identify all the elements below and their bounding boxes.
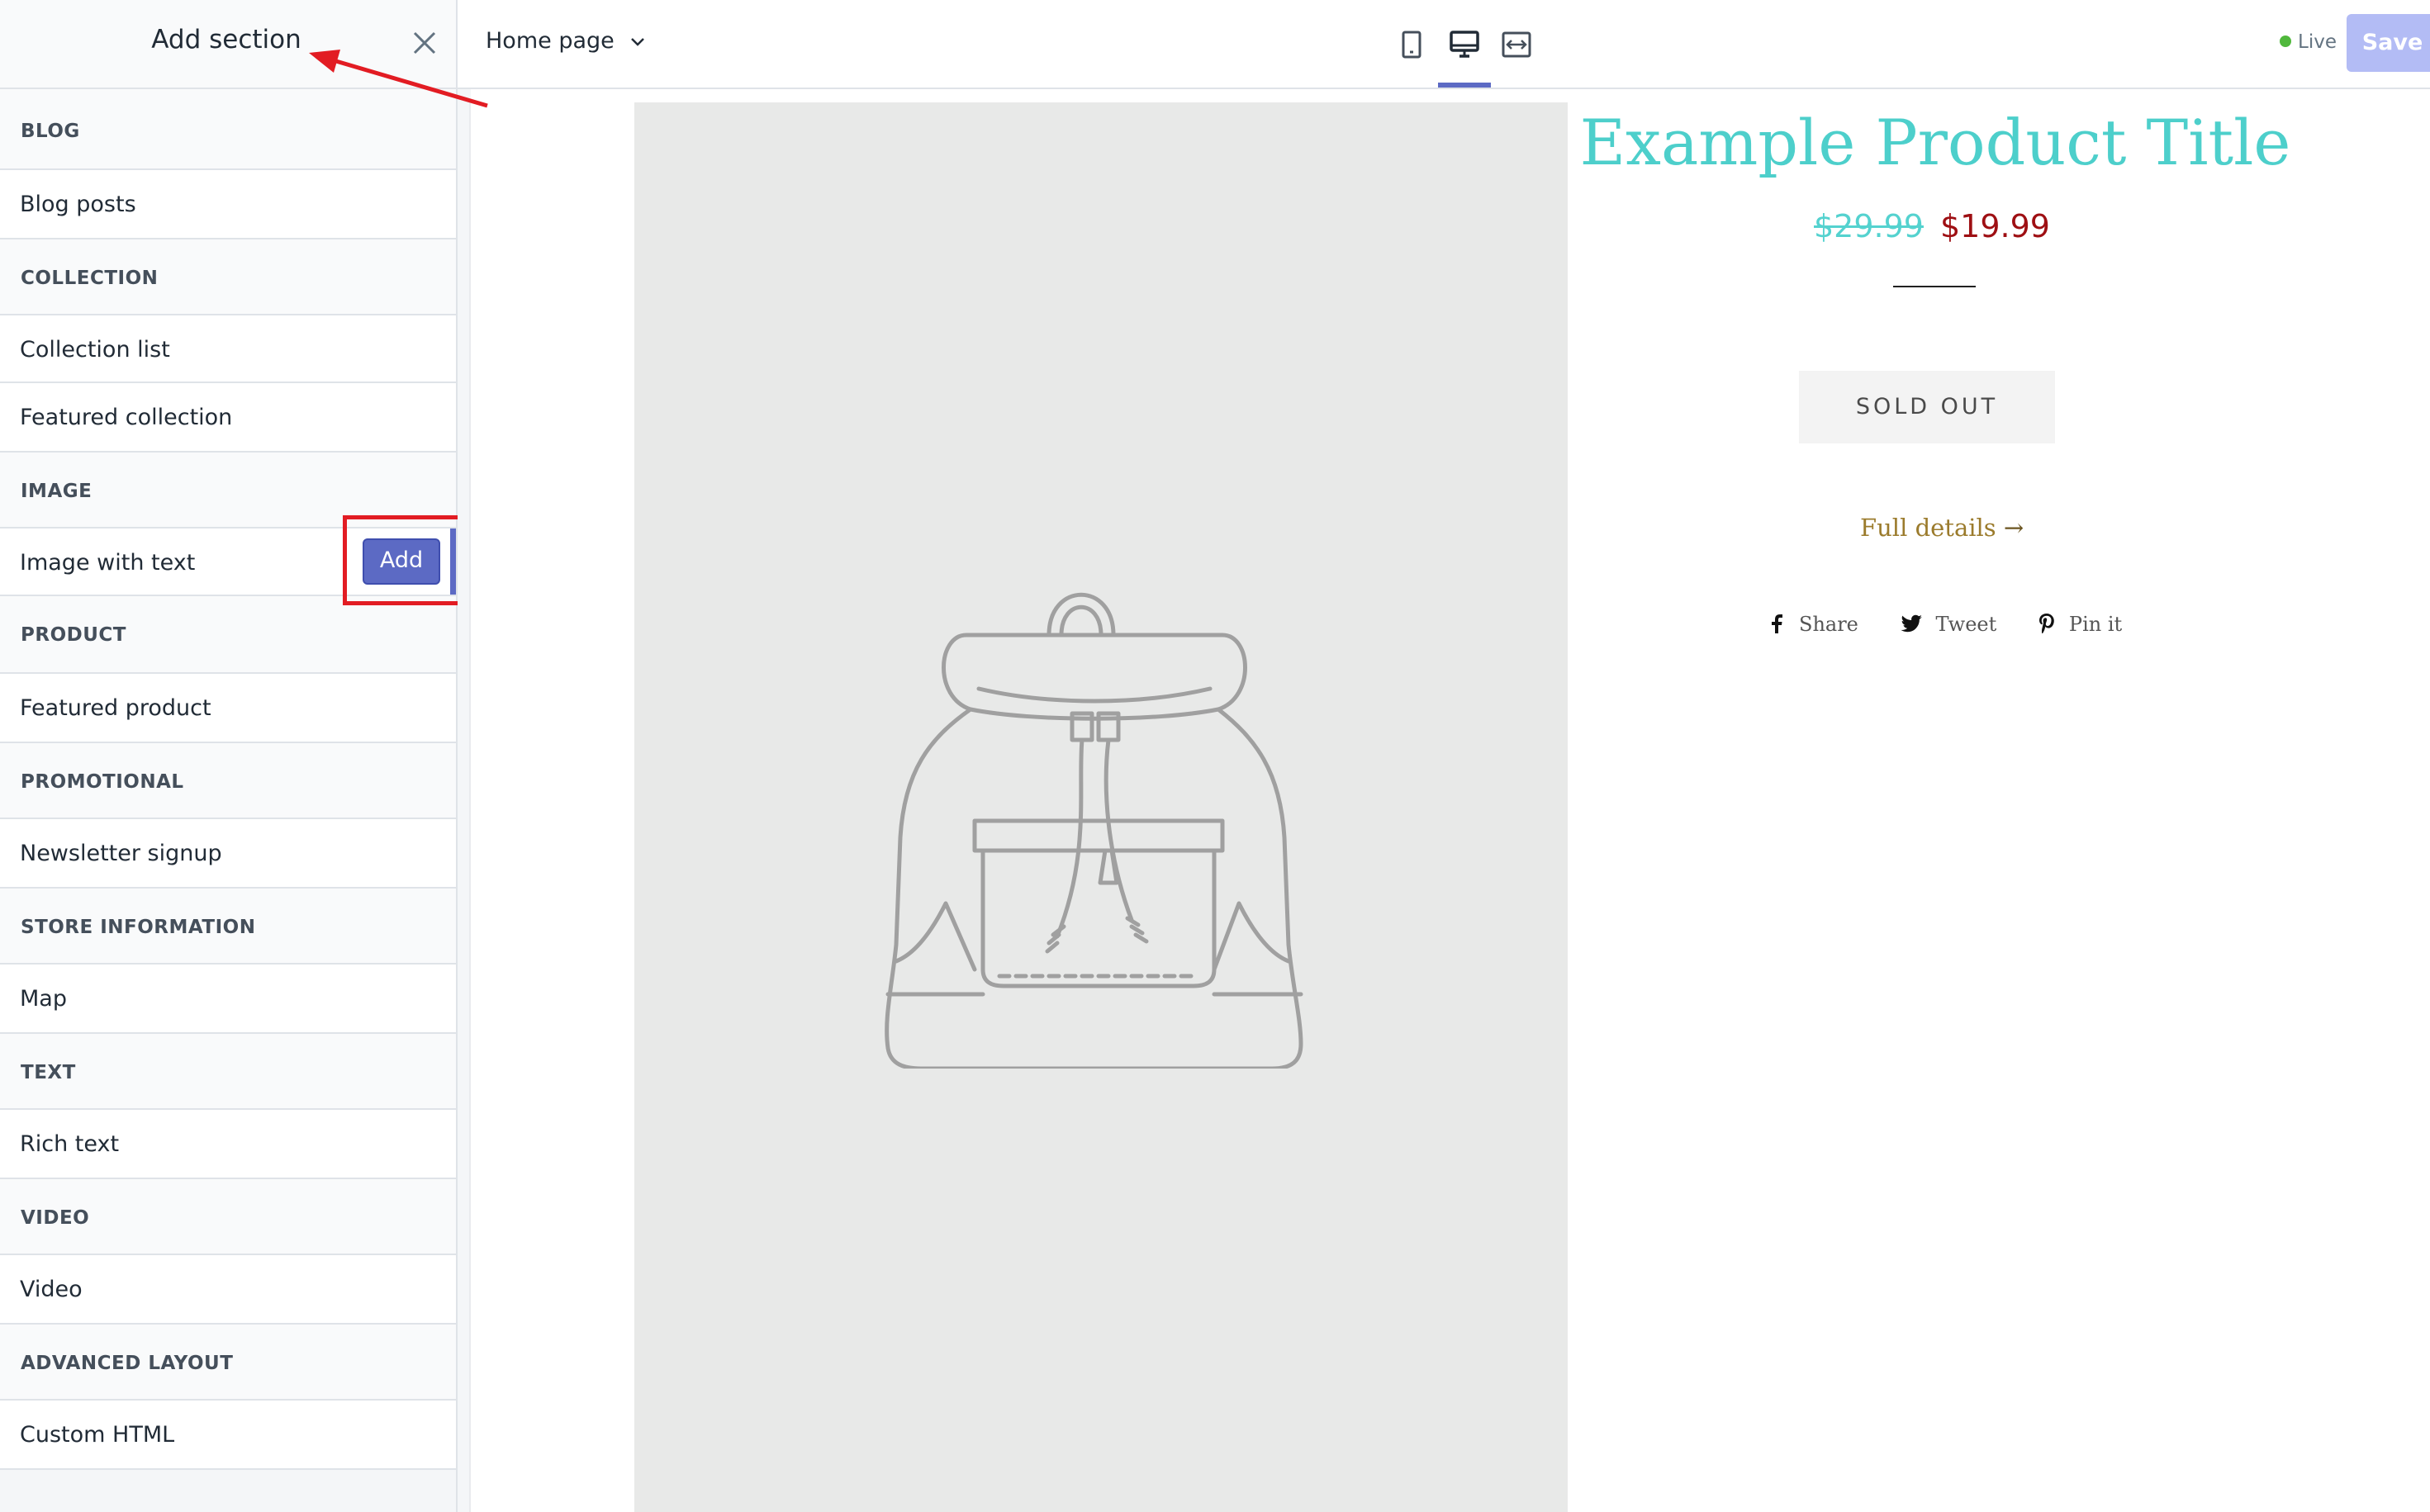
facebook-icon: [1772, 614, 1782, 633]
section-item-blog-posts[interactable]: Blog posts: [0, 170, 456, 239]
chevron-down-icon: [631, 37, 645, 46]
section-item-newsletter-signup[interactable]: Newsletter signup: [0, 819, 456, 889]
editor-topbar: Home page Live Save: [458, 0, 2430, 89]
save-button[interactable]: Save: [2347, 14, 2430, 72]
full-details-label: Full details: [1860, 514, 1996, 542]
product-image-placeholder: [634, 102, 1568, 1512]
sold-out-button[interactable]: SOLD OUT: [1799, 371, 2055, 443]
annotation-highlight-box: [343, 515, 463, 605]
page-selector[interactable]: Home page: [486, 28, 646, 54]
group-header-blog: BLOG: [0, 89, 456, 170]
active-viewport-indicator: [1438, 83, 1491, 88]
section-item-featured-product[interactable]: Featured product: [0, 674, 456, 743]
share-twitter[interactable]: Tweet: [1900, 613, 1996, 636]
compare-at-price: $29.99: [1814, 208, 1924, 244]
section-item-featured-collection[interactable]: Featured collection: [0, 383, 456, 453]
share-pinterest[interactable]: Pin it: [2038, 613, 2122, 636]
group-header-promotional: PROMOTIONAL: [0, 743, 456, 819]
share-facebook[interactable]: Share: [1769, 613, 1858, 636]
desktop-viewport-icon[interactable]: [1448, 28, 1481, 61]
sidebar-header: Add section: [0, 0, 456, 89]
arrow-right-icon: →: [2003, 514, 2024, 542]
section-item-collection-list[interactable]: Collection list: [0, 315, 456, 383]
group-header-video: VIDEO: [0, 1179, 456, 1255]
add-section-sidebar: Add section BLOG Blog posts COLLECTION C…: [0, 0, 463, 1512]
section-item-map[interactable]: Map: [0, 965, 456, 1034]
pinterest-icon: [2038, 614, 2054, 633]
backpack-placeholder-icon: [885, 592, 1303, 1069]
full-details-link[interactable]: Full details →: [1860, 514, 2024, 542]
sidebar-title: Add section: [151, 25, 301, 55]
section-item-custom-html[interactable]: Custom HTML: [0, 1401, 456, 1470]
group-header-collection: COLLECTION: [0, 239, 456, 315]
mobile-viewport-icon[interactable]: [1395, 28, 1428, 61]
sale-price: $19.99: [1939, 208, 2050, 244]
group-header-text: TEXT: [0, 1034, 456, 1110]
product-prices: $29.99 $19.99: [1814, 208, 2050, 244]
group-header-product: PRODUCT: [0, 596, 456, 674]
section-item-rich-text[interactable]: Rich text: [0, 1110, 456, 1179]
fullscreen-viewport-icon[interactable]: [1500, 28, 1533, 61]
group-header-store-information: STORE INFORMATION: [0, 889, 456, 965]
live-status: Live: [2280, 31, 2337, 53]
price-divider: [1893, 286, 1976, 287]
product-title: Example Product Title: [1579, 106, 2291, 179]
twitter-icon: [1900, 614, 1922, 633]
live-status-dot: [2280, 36, 2291, 47]
social-share-row: Share Tweet Pin it: [1769, 613, 2157, 636]
close-icon[interactable]: [408, 26, 441, 59]
section-item-video[interactable]: Video: [0, 1255, 456, 1325]
group-header-advanced-layout: ADVANCED LAYOUT: [0, 1325, 456, 1401]
page-selector-label: Home page: [486, 28, 615, 54]
